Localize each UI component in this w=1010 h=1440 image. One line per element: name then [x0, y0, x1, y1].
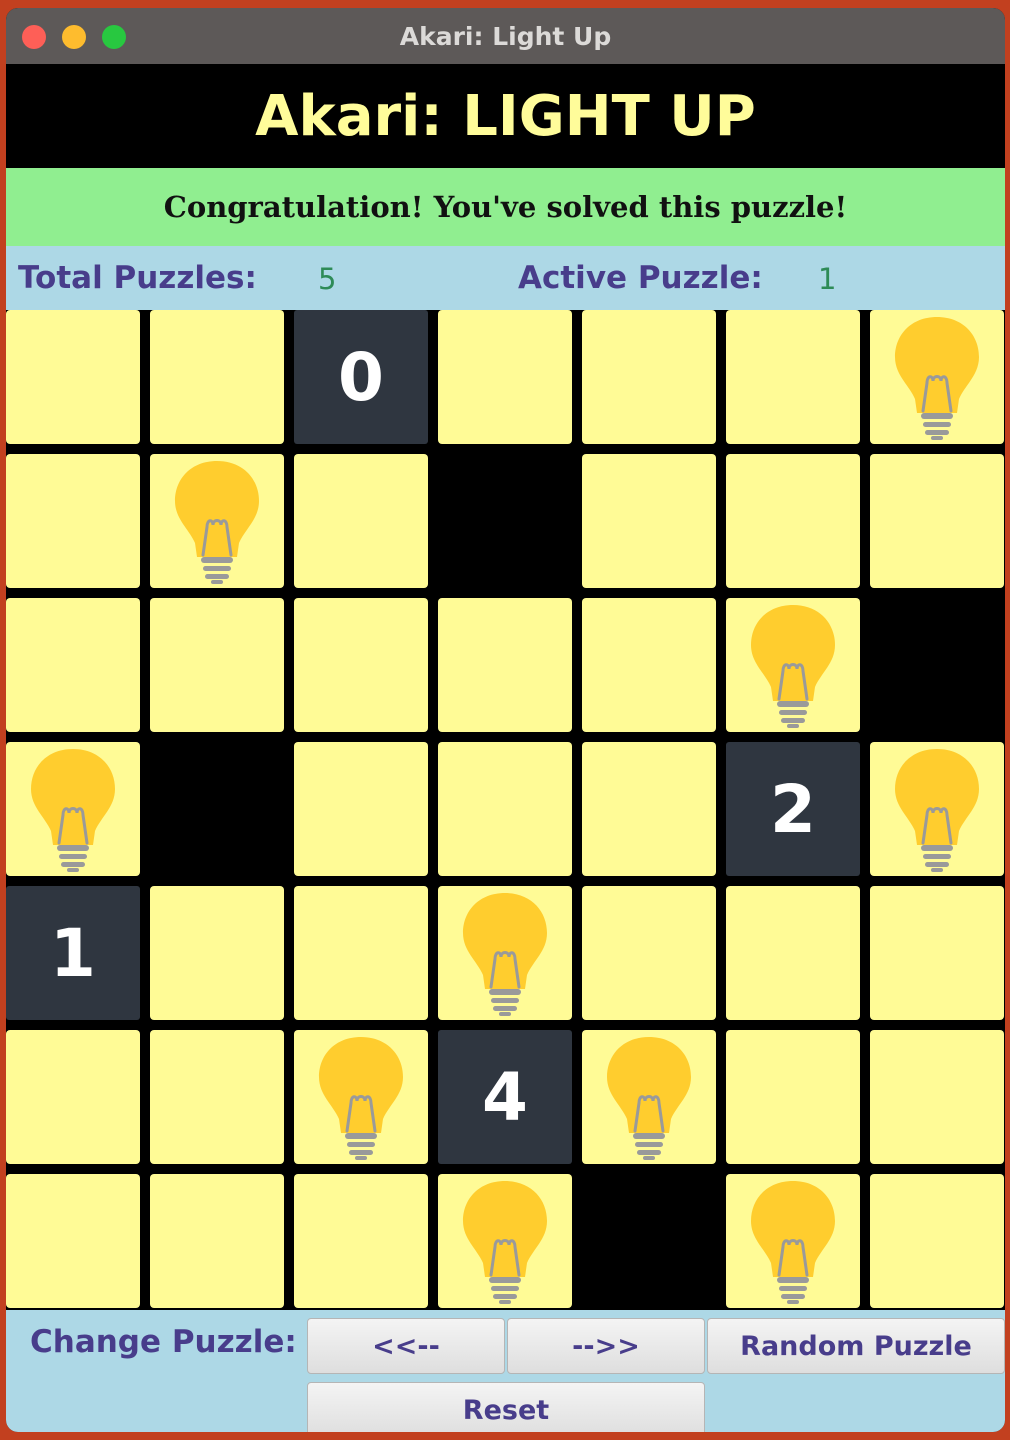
lit-cell[interactable] — [870, 1030, 1004, 1164]
lit-cell[interactable] — [6, 1030, 140, 1164]
lightbulb-icon — [889, 313, 985, 441]
lit-cell[interactable] — [726, 1030, 860, 1164]
reset-button[interactable]: Reset — [307, 1382, 705, 1432]
lit-cell[interactable] — [150, 598, 284, 732]
lit-cell[interactable] — [438, 310, 572, 444]
lit-cell[interactable] — [294, 886, 428, 1020]
lightbulb-icon — [169, 457, 265, 585]
lit-cell[interactable] — [870, 886, 1004, 1020]
bulb-cell[interactable] — [294, 1030, 428, 1164]
lit-cell[interactable] — [582, 742, 716, 876]
game-title: Akari: LIGHT UP — [255, 83, 756, 149]
numbered-wall-cell[interactable]: 4 — [438, 1030, 572, 1164]
lit-cell[interactable] — [294, 1174, 428, 1308]
lit-cell[interactable] — [150, 310, 284, 444]
clue-number: 1 — [50, 914, 96, 992]
total-puzzles-value: 5 — [318, 262, 337, 296]
bulb-cell[interactable] — [582, 1030, 716, 1164]
numbered-wall-cell[interactable]: 0 — [294, 310, 428, 444]
bulb-cell[interactable] — [438, 1174, 572, 1308]
change-puzzle-label: Change Puzzle: — [30, 1324, 297, 1360]
lit-cell[interactable] — [294, 454, 428, 588]
lit-cell[interactable] — [294, 598, 428, 732]
lightbulb-icon — [457, 1177, 553, 1305]
status-message-bar: Congratulation! You've solved this puzzl… — [6, 168, 1005, 246]
lightbulb-icon — [889, 745, 985, 873]
lightbulb-icon — [457, 889, 553, 1017]
lightbulb-icon — [745, 601, 841, 729]
lit-cell[interactable] — [6, 310, 140, 444]
lit-cell[interactable] — [438, 742, 572, 876]
lit-cell[interactable] — [870, 454, 1004, 588]
lit-cell[interactable] — [726, 454, 860, 588]
numbered-wall-cell[interactable]: 2 — [726, 742, 860, 876]
active-puzzle-value: 1 — [818, 262, 837, 296]
previous-puzzle-button[interactable]: <<-- — [307, 1318, 505, 1374]
random-puzzle-button[interactable]: Random Puzzle — [707, 1318, 1005, 1374]
black-wall-cell[interactable] — [582, 1174, 716, 1308]
window-title: Akari: Light Up — [399, 21, 612, 51]
black-wall-cell[interactable] — [870, 598, 1004, 732]
close-window-button[interactable] — [22, 25, 46, 49]
lit-cell[interactable] — [150, 1174, 284, 1308]
lightbulb-icon — [745, 1177, 841, 1305]
lightbulb-icon — [25, 745, 121, 873]
clue-number: 4 — [482, 1058, 528, 1136]
lit-cell[interactable] — [294, 742, 428, 876]
lightbulb-icon — [601, 1033, 697, 1161]
lit-cell[interactable] — [6, 454, 140, 588]
lit-cell[interactable] — [582, 886, 716, 1020]
bulb-cell[interactable] — [438, 886, 572, 1020]
game-header: Akari: LIGHT UP — [6, 64, 1005, 168]
clue-number: 0 — [338, 338, 384, 416]
total-puzzles-label: Total Puzzles: — [18, 260, 257, 296]
lit-cell[interactable] — [6, 598, 140, 732]
bulb-cell[interactable] — [870, 310, 1004, 444]
lit-cell[interactable] — [150, 1030, 284, 1164]
lightbulb-icon — [313, 1033, 409, 1161]
lit-cell[interactable] — [726, 310, 860, 444]
bulb-cell[interactable] — [6, 742, 140, 876]
lit-cell[interactable] — [582, 310, 716, 444]
black-wall-cell[interactable] — [150, 742, 284, 876]
app-window: Akari: Light Up Akari: LIGHT UP Congratu… — [6, 8, 1005, 1432]
controls-panel: Change Puzzle: <<-- -->> Random Puzzle R… — [6, 1310, 1005, 1432]
black-wall-cell[interactable] — [438, 454, 572, 588]
lit-cell[interactable] — [726, 886, 860, 1020]
minimize-window-button[interactable] — [62, 25, 86, 49]
next-puzzle-button[interactable]: -->> — [507, 1318, 705, 1374]
lit-cell[interactable] — [150, 886, 284, 1020]
lit-cell[interactable] — [438, 598, 572, 732]
maximize-window-button[interactable] — [102, 25, 126, 49]
puzzle-info-bar: Total Puzzles: 5 Active Puzzle: 1 — [6, 246, 1005, 310]
lit-cell[interactable] — [582, 598, 716, 732]
bulb-cell[interactable] — [726, 1174, 860, 1308]
status-message: Congratulation! You've solved this puzzl… — [163, 190, 848, 224]
numbered-wall-cell[interactable]: 1 — [6, 886, 140, 1020]
clue-number: 2 — [770, 770, 816, 848]
bulb-cell[interactable] — [150, 454, 284, 588]
puzzle-board: 0 2 1 4 — [6, 310, 1005, 1310]
active-puzzle-label: Active Puzzle: — [518, 260, 763, 296]
bulb-cell[interactable] — [870, 742, 1004, 876]
bulb-cell[interactable] — [726, 598, 860, 732]
title-bar: Akari: Light Up — [6, 8, 1005, 64]
lit-cell[interactable] — [6, 1174, 140, 1308]
lit-cell[interactable] — [582, 454, 716, 588]
lit-cell[interactable] — [870, 1174, 1004, 1308]
